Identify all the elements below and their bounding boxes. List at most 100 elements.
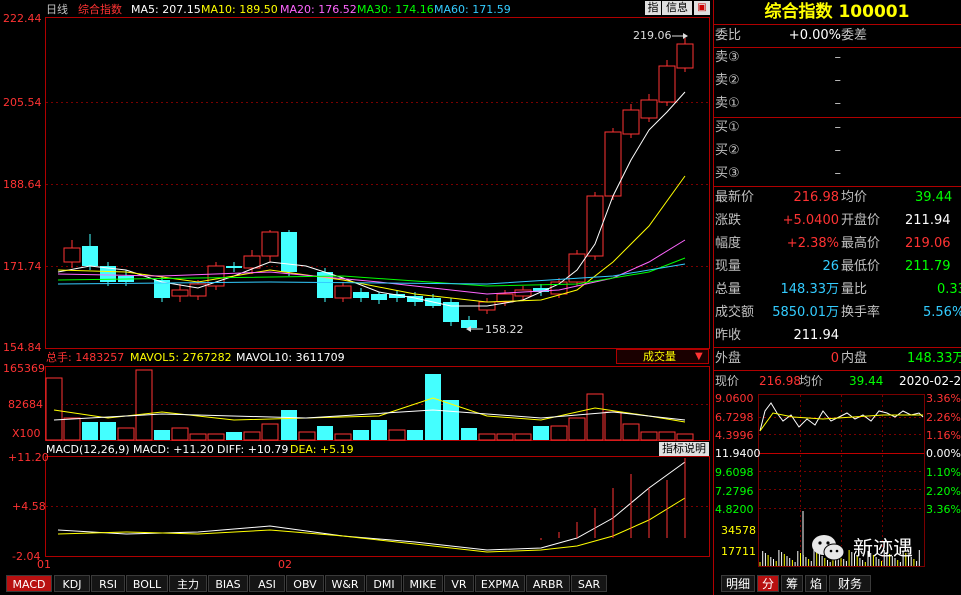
- volume-indicator-value: 成交量: [643, 350, 676, 363]
- chart-area[interactable]: 日线 综合指数 MA5: 207.15 MA10: 189.50 MA20: 1…: [0, 0, 713, 573]
- candle-body: [334, 285, 352, 299]
- mini-price-value: 216.98: [759, 374, 801, 388]
- stat-value: +5.0400: [782, 213, 839, 228]
- buy-row[interactable]: 买② –: [713, 140, 961, 162]
- candle-body: [604, 131, 622, 197]
- buy-row[interactable]: 买③ –: [713, 163, 961, 185]
- low-annotation: 158.22: [485, 323, 524, 336]
- volume-bar: [461, 428, 477, 440]
- stat-label: 开盘价: [841, 213, 881, 228]
- mini-left-axis-label: 9.0600: [715, 392, 754, 405]
- volume-bar: [658, 431, 676, 441]
- volume-bar: [100, 422, 116, 440]
- candle-body: [640, 99, 658, 119]
- macd-axis-label: +11.20: [8, 451, 49, 464]
- volume-bar: [317, 426, 333, 440]
- sell-level-label: 卖①: [715, 96, 740, 111]
- volume-bar: [371, 420, 387, 440]
- sell-level-price: –: [834, 96, 842, 111]
- tab-zhuli[interactable]: 主力: [169, 575, 207, 592]
- volume-bar: [586, 393, 604, 441]
- buy-level-label: 买①: [715, 120, 740, 135]
- stat-row: 最新价 216.98 均价 39.44: [713, 187, 961, 209]
- tab-yan[interactable]: 焰: [805, 575, 827, 592]
- mini-right-axis-label: 3.36%: [926, 503, 961, 516]
- stat-value: 5.56%: [923, 305, 961, 320]
- tab-rsi[interactable]: RSI: [91, 575, 125, 592]
- ma30-label: MA30: 174.16: [357, 3, 434, 16]
- candle-body: [63, 247, 81, 263]
- ma10-label: MA10: 189.50: [201, 3, 278, 16]
- stat-label: 总量: [715, 282, 742, 297]
- tab-expma[interactable]: EXPMA: [475, 575, 525, 592]
- mini-right-axis-label: 3.36%: [926, 392, 961, 405]
- tab-kdj[interactable]: KDJ: [54, 575, 90, 592]
- zhi-button[interactable]: 指: [645, 1, 661, 15]
- sell-level-price: –: [834, 73, 842, 88]
- sell-row[interactable]: 卖① –: [713, 93, 961, 115]
- volume-axis-label: 165369: [3, 362, 45, 375]
- tab-dmi[interactable]: DMI: [366, 575, 402, 592]
- volume-bar: [407, 430, 423, 440]
- mini-left-axis-label: 4.8200: [715, 503, 754, 516]
- sell-row[interactable]: 卖② –: [713, 70, 961, 92]
- tab-wr[interactable]: W&R: [325, 575, 365, 592]
- tab-bias[interactable]: BIAS: [208, 575, 248, 592]
- macd-axis-label: +4.58: [12, 500, 46, 513]
- indicator-help-button[interactable]: 指标说明: [659, 442, 709, 456]
- tab-chou[interactable]: 筹: [781, 575, 803, 592]
- tab-obv[interactable]: OBV: [286, 575, 324, 592]
- weicha-label: 委差: [841, 28, 868, 43]
- tab-mingxi[interactable]: 明细: [721, 575, 755, 592]
- neipan-label: 内盘: [841, 351, 868, 366]
- buy-level-price: –: [834, 120, 842, 135]
- stat-value: 5850.01万: [772, 305, 839, 320]
- tab-caiwu[interactable]: 财务: [829, 575, 871, 592]
- volume-bar: [243, 431, 261, 441]
- mini-right-axis-label: 1.10%: [926, 466, 961, 479]
- tab-asi[interactable]: ASI: [249, 575, 285, 592]
- mini-left-axis-label: 7.2796: [715, 485, 754, 498]
- volume-indicator-select[interactable]: 成交量 ▼: [616, 349, 709, 364]
- volume-bar: [622, 423, 640, 441]
- chart-canvas[interactable]: [0, 0, 713, 573]
- volume-bar: [298, 431, 316, 441]
- volume-bar: [514, 433, 532, 441]
- tab-fen[interactable]: 分: [757, 575, 779, 592]
- stat-value: 0.33: [937, 282, 961, 297]
- stat-value: 211.79: [905, 259, 951, 274]
- candle-body: [281, 232, 297, 272]
- candle-body: [676, 43, 694, 69]
- stat-label: 量比: [841, 282, 868, 297]
- volume-bar: [154, 430, 170, 440]
- stat-row: 昨收 211.94: [713, 325, 961, 347]
- buy-row[interactable]: 买① –: [713, 117, 961, 139]
- tab-sar[interactable]: SAR: [571, 575, 607, 592]
- tab-boll[interactable]: BOLL: [126, 575, 168, 592]
- volume-bar: [207, 433, 225, 441]
- index-name-label: 综合指数: [78, 3, 122, 16]
- chevron-down-icon[interactable]: ▼: [695, 350, 703, 363]
- tab-arbr[interactable]: ARBR: [526, 575, 570, 592]
- mini-left-axis-label: 9.6098: [715, 466, 754, 479]
- volume-bar: [281, 410, 297, 440]
- right-tab-bar: 明细 分 筹 焰 财务: [713, 573, 961, 595]
- stat-label: 均价: [841, 190, 868, 205]
- stat-row: 涨跌 +5.0400 开盘价 211.94: [713, 210, 961, 232]
- tab-mike[interactable]: MIKE: [403, 575, 443, 592]
- volume-bar: [388, 429, 406, 441]
- volume-bar: [63, 417, 81, 441]
- close-icon[interactable]: ▣: [694, 1, 710, 15]
- tab-vr[interactable]: VR: [444, 575, 474, 592]
- info-button[interactable]: 信息: [662, 1, 692, 15]
- buy-level-price: –: [834, 143, 842, 158]
- sell-row[interactable]: 卖③ –: [713, 47, 961, 69]
- volume-unit-label: X100: [12, 427, 41, 440]
- candle-body: [243, 255, 261, 269]
- volume-bar: [533, 426, 549, 440]
- volume-bars: [45, 369, 694, 441]
- tab-macd[interactable]: MACD: [6, 575, 52, 592]
- macd-dea: DEA: +5.19: [290, 443, 354, 456]
- volume-bar: [353, 430, 369, 440]
- volume-bar: [189, 433, 207, 441]
